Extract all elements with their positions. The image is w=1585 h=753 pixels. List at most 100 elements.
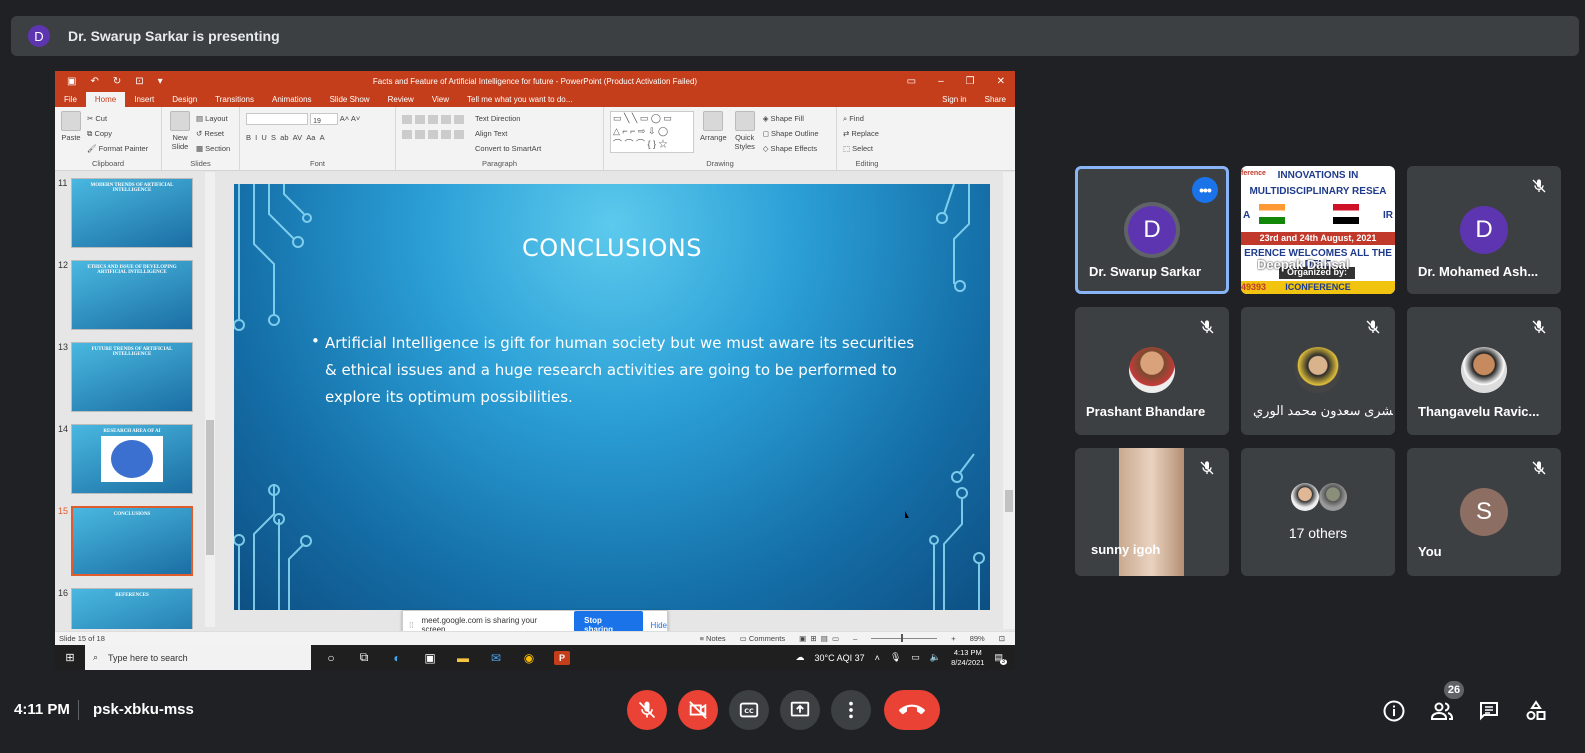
paste-icon[interactable]: [61, 111, 81, 131]
align-buttons[interactable]: [402, 126, 467, 141]
weather-text[interactable]: 30°C AQI 37: [815, 653, 865, 663]
participant-tile[interactable]: 17 others: [1241, 448, 1395, 576]
font-size-input[interactable]: 19: [310, 113, 339, 126]
tab-animations[interactable]: Animations: [263, 95, 321, 107]
tab-slide-show[interactable]: Slide Show: [321, 95, 379, 107]
view-buttons[interactable]: ▣ ⊞ ▤ ▭: [799, 634, 839, 643]
tray-expand-icon[interactable]: ˄: [875, 653, 880, 663]
select-button[interactable]: ⬚ Select: [843, 141, 891, 156]
slide-thumbnail-pane[interactable]: 11 MODERN TRENDS OF ARTIFICIAL INTELLIGE…: [55, 172, 217, 629]
current-slide[interactable]: CONCLUSIONS Artificial Intelligence is g…: [234, 184, 990, 610]
tab-home[interactable]: Home: [85, 92, 126, 107]
tell-me-box[interactable]: Tell me what you want to do...: [458, 95, 581, 107]
tab-design[interactable]: Design: [163, 95, 206, 107]
fit-slide-icon[interactable]: ⊡: [999, 634, 1005, 643]
leave-call-button[interactable]: [884, 690, 940, 730]
paste-button[interactable]: Paste: [61, 133, 81, 142]
slide-thumbnail[interactable]: REFERENCES: [71, 588, 193, 629]
drag-handle-icon[interactable]: ⁞⁞: [409, 621, 413, 630]
powerpoint-taskbar-icon[interactable]: P: [554, 650, 570, 665]
file-explorer-icon[interactable]: ▬: [455, 651, 471, 665]
list-buttons[interactable]: [402, 111, 467, 126]
cut-button[interactable]: ✂ Cut: [87, 111, 148, 126]
slide-thumbnail[interactable]: ETHICS AND ISSUE OF DEVELOPING ARTIFICIA…: [71, 260, 193, 330]
thumbnail-scrollbar[interactable]: [205, 172, 215, 627]
captions-button[interactable]: CC: [729, 690, 769, 730]
activities-button[interactable]: [1524, 699, 1548, 723]
more-options-button[interactable]: [831, 690, 871, 730]
participant-tile[interactable]: sunny igoh: [1075, 448, 1229, 576]
arrange-icon[interactable]: [703, 111, 724, 131]
more-options-button[interactable]: •••: [1192, 177, 1218, 203]
zoom-level[interactable]: 89%: [970, 634, 985, 643]
hide-button[interactable]: Hide: [651, 621, 667, 630]
quick-styles-icon[interactable]: [734, 111, 755, 131]
taskbar-clock[interactable]: 4:13 PM 8/24/2021: [951, 648, 984, 668]
section-button[interactable]: ▦ Section: [196, 141, 230, 156]
slide-scrollbar[interactable]: [1003, 172, 1015, 629]
find-button[interactable]: ⌕ Find: [843, 111, 891, 126]
meeting-details-button[interactable]: [1382, 699, 1406, 723]
zoom-slider[interactable]: [871, 634, 938, 642]
chrome-icon[interactable]: ◉: [521, 651, 537, 665]
shape-effects-button[interactable]: ◇ Shape Effects: [763, 141, 819, 156]
tab-insert[interactable]: Insert: [125, 95, 163, 107]
shapes-gallery[interactable]: ▭ ╲ ╲ ▭ ◯ ▭ △ ⌐ ⌐ ⇨ ⇩ ◯ ⌒ ⌒ ⌒ { } ☆: [610, 111, 694, 153]
convert-smartart-button[interactable]: Convert to SmartArt: [475, 141, 541, 156]
align-text-button[interactable]: Align Text: [475, 126, 541, 141]
notes-button[interactable]: ≡ Notes: [700, 634, 726, 643]
font-name-input[interactable]: [246, 113, 308, 126]
windows-start-icon[interactable]: ⊞: [55, 651, 85, 664]
slide-thumbnail[interactable]: MODERN TRENDS OF ARTIFICIAL INTELLIGENCE: [71, 178, 193, 248]
sign-in-link[interactable]: Sign in: [933, 95, 975, 107]
zoom-out-icon[interactable]: –: [853, 634, 857, 643]
tab-file[interactable]: File: [55, 95, 86, 107]
share-button[interactable]: Share: [976, 95, 1015, 107]
new-slide-button[interactable]: New Slide: [168, 133, 192, 151]
restore-icon[interactable]: ❐: [966, 76, 975, 87]
people-button[interactable]: [1430, 699, 1454, 723]
slide-thumbnail[interactable]: FUTURE TRENDS OF ARTIFICIAL INTELLIGENCE: [71, 342, 193, 412]
participant-tile[interactable]: Prashant Bhandare: [1075, 307, 1229, 435]
participant-tile[interactable]: بشرى سعدون محمد الوري: [1241, 307, 1395, 435]
shared-screen[interactable]: ▣ ↶ ↻ ⊡ ▾ Facts and Feature of Artificia…: [55, 71, 1015, 670]
edge-icon[interactable]: ◐: [389, 651, 405, 665]
text-direction-button[interactable]: Text Direction: [475, 111, 541, 126]
new-slide-icon[interactable]: [170, 111, 190, 131]
shape-outline-button[interactable]: ◻ Shape Outline: [763, 126, 819, 141]
store-icon[interactable]: ▣: [422, 651, 438, 665]
participant-tile[interactable]: D Dr. Mohamed Ash...: [1407, 166, 1561, 294]
mail-icon[interactable]: ✉: [488, 651, 504, 665]
slide-thumbnail-selected[interactable]: CONCLUSIONS: [71, 506, 193, 576]
task-view-icon[interactable]: ⧉: [356, 650, 372, 665]
close-icon[interactable]: ✕: [997, 76, 1005, 87]
reset-button[interactable]: ↺ Reset: [196, 126, 230, 141]
action-center-icon[interactable]: ▤ 3: [994, 652, 1007, 665]
meeting-code[interactable]: psk-xbku-mss: [93, 701, 194, 718]
present-screen-button[interactable]: [780, 690, 820, 730]
shape-fill-button[interactable]: ◈ Shape Fill: [763, 111, 819, 126]
participant-tile[interactable]: Thangavelu Ravic...: [1407, 307, 1561, 435]
minimize-icon[interactable]: –: [938, 76, 944, 87]
cortana-icon[interactable]: ○: [323, 651, 339, 665]
mic-toggle-button[interactable]: [627, 690, 667, 730]
font-format-buttons[interactable]: B I U S ab AV Aa A: [246, 130, 389, 145]
taskbar-search[interactable]: ⌕ Type here to search: [85, 645, 311, 670]
copy-button[interactable]: ⧉ Copy: [87, 126, 148, 141]
mic-tray-icon[interactable]: 🎙: [890, 652, 901, 663]
participant-tile[interactable]: ference INNOVATIONS IN MULTIDISCIPLINARY…: [1241, 166, 1395, 294]
camera-toggle-button[interactable]: [678, 690, 718, 730]
arrange-button[interactable]: Arrange: [700, 133, 727, 142]
ribbon-display-icon[interactable]: ▭: [907, 76, 916, 87]
volume-icon[interactable]: 🔈: [930, 652, 941, 663]
quick-styles-button[interactable]: Quick Styles: [733, 133, 757, 151]
chat-button[interactable]: [1477, 699, 1501, 723]
replace-button[interactable]: ⇄ Replace: [843, 126, 891, 141]
layout-button[interactable]: ▤ Layout: [196, 111, 230, 126]
tab-transitions[interactable]: Transitions: [206, 95, 263, 107]
tab-view[interactable]: View: [423, 95, 458, 107]
comments-button[interactable]: ▭ Comments: [740, 634, 785, 643]
tab-review[interactable]: Review: [379, 95, 423, 107]
weather-icon[interactable]: ☁: [796, 652, 805, 663]
slide-thumbnail[interactable]: RESEARCH AREA OF AI: [71, 424, 193, 494]
